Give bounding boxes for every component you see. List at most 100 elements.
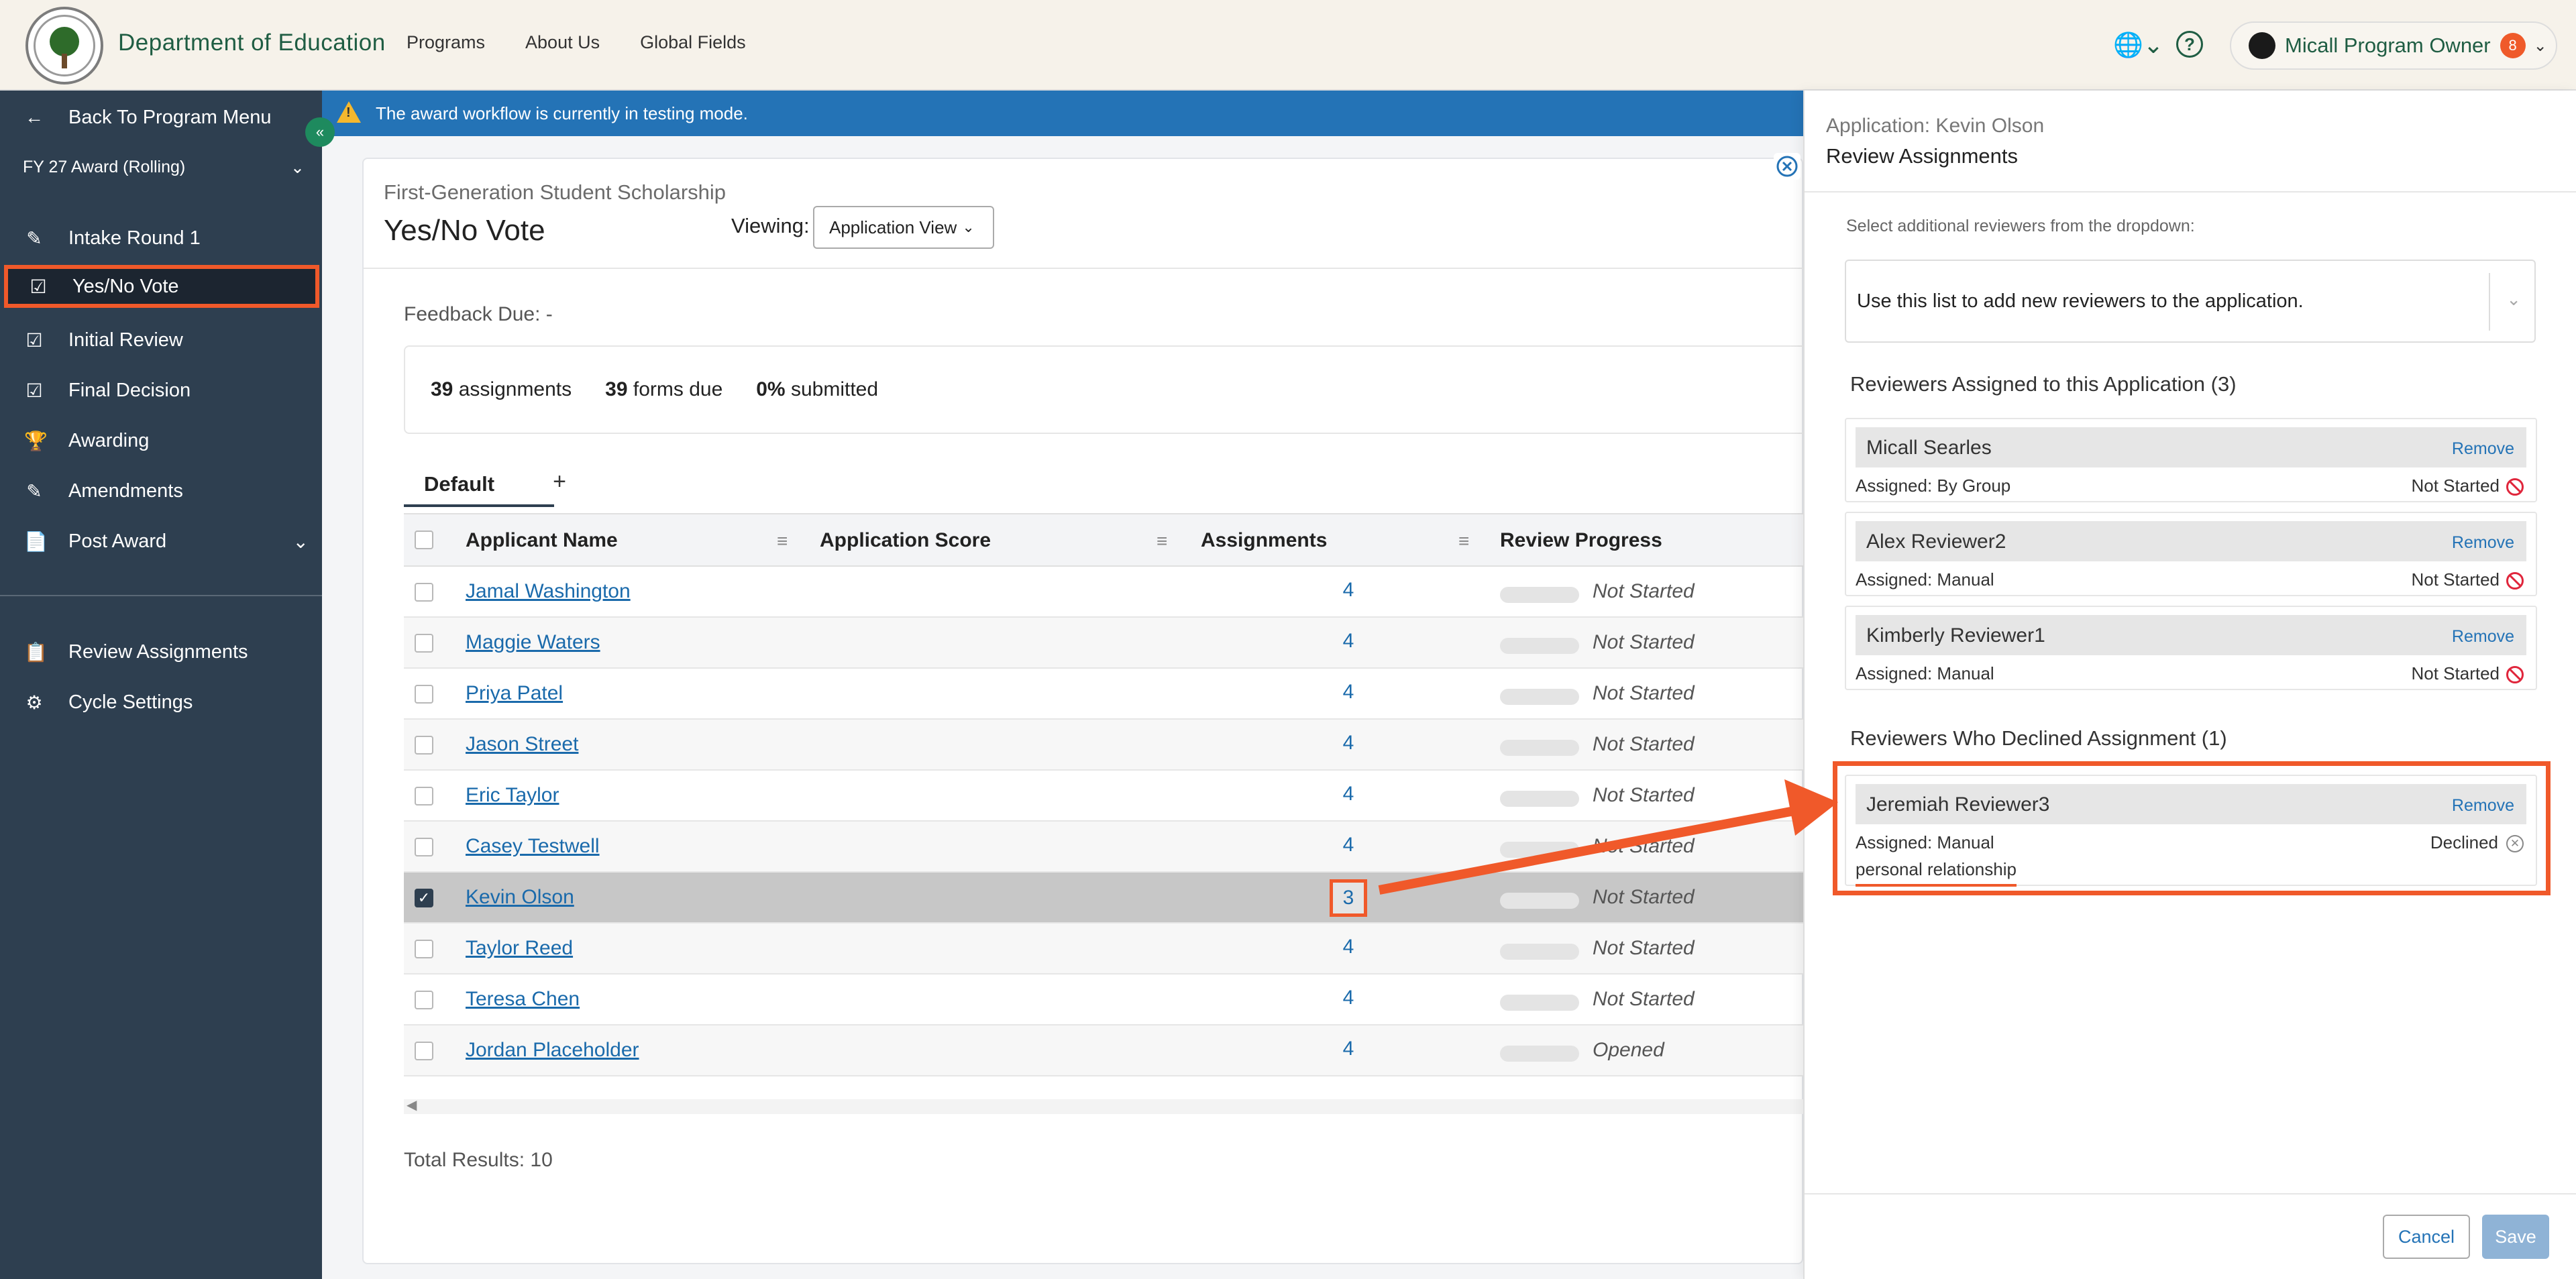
- assignments-count-link[interactable]: 4: [1335, 987, 1362, 1009]
- filter-icon[interactable]: ≡: [1157, 531, 1167, 552]
- select-all-checkbox[interactable]: [415, 531, 433, 549]
- progress-status: Not Started: [1593, 937, 1695, 959]
- nav-programs[interactable]: Programs: [407, 32, 485, 53]
- back-to-program-menu[interactable]: ← Back To Program Menu: [0, 96, 322, 139]
- tab-default[interactable]: Default: [404, 464, 554, 507]
- progress-bar: [1500, 842, 1579, 858]
- applicant-name-link[interactable]: Teresa Chen: [466, 988, 580, 1011]
- remove-reviewer-button[interactable]: Remove: [2452, 533, 2514, 553]
- filter-icon[interactable]: ≡: [777, 531, 788, 552]
- assignments-count-link[interactable]: 4: [1335, 681, 1362, 704]
- row-checkbox[interactable]: [415, 787, 433, 805]
- applicant-name-link[interactable]: Taylor Reed: [466, 937, 573, 960]
- progress-bar: [1500, 791, 1579, 807]
- reviewer-select-hint: Select additional reviewers from the dro…: [1846, 217, 2195, 235]
- applicant-name-link[interactable]: Casey Testwell: [466, 835, 600, 858]
- stat-assignments: 39 assignments: [431, 378, 572, 400]
- row-checkbox[interactable]: [415, 634, 433, 653]
- applicant-name-link[interactable]: Kevin Olson: [466, 886, 574, 909]
- reviewer-name: Micall Searles: [1866, 437, 1992, 459]
- row-checkbox[interactable]: [415, 685, 433, 704]
- view-select[interactable]: Application View ⌄: [813, 206, 994, 249]
- chevron-down-icon: ⌄: [2533, 36, 2547, 55]
- table-row[interactable]: Jamal Washington 4 Not Started: [404, 567, 1806, 618]
- table-row[interactable]: Priya Patel 4 Not Started: [404, 669, 1806, 720]
- assignments-count-link[interactable]: 4: [1335, 834, 1362, 856]
- applicant-name-link[interactable]: Jason Street: [466, 733, 578, 756]
- assignments-count-link[interactable]: 4: [1335, 936, 1362, 958]
- applicant-name-link[interactable]: Eric Taylor: [466, 784, 559, 807]
- progress-bar: [1500, 1046, 1579, 1062]
- sidebar-item-initial-review[interactable]: ☑ Initial Review: [0, 319, 322, 362]
- nav-about-us[interactable]: About Us: [525, 32, 600, 53]
- remove-reviewer-button[interactable]: Remove: [2452, 627, 2514, 647]
- col-applicant-name[interactable]: Applicant Name: [466, 529, 618, 552]
- sidebar-item-amendments[interactable]: ✎ Amendments: [0, 469, 322, 512]
- sidebar-item-awarding[interactable]: 🏆 Awarding: [0, 419, 322, 462]
- assignments-count-link[interactable]: 4: [1335, 579, 1362, 602]
- row-checkbox[interactable]: [415, 736, 433, 755]
- add-tab-button[interactable]: +: [539, 469, 580, 495]
- sidebar-item-review-assignments[interactable]: 📋 Review Assignments: [0, 630, 322, 673]
- applicant-name-link[interactable]: Jamal Washington: [466, 580, 631, 603]
- cycle-select[interactable]: FY 27 Award (Rolling) ⌄: [23, 158, 305, 177]
- sidebar-item-yes-no-vote[interactable]: ☑ Yes/No Vote: [4, 265, 319, 308]
- progress-status: Not Started: [1593, 580, 1695, 602]
- row-checkbox[interactable]: [415, 991, 433, 1009]
- progress-bar: [1500, 740, 1579, 756]
- table-row[interactable]: Teresa Chen 4 Not Started: [404, 975, 1806, 1025]
- row-checkbox[interactable]: [415, 838, 433, 856]
- cancel-button[interactable]: Cancel: [2383, 1215, 2470, 1259]
- table-row[interactable]: ✓ Kevin Olson 3 Not Started: [404, 873, 1806, 924]
- globe-language-icon[interactable]: 🌐⌄: [2113, 31, 2163, 59]
- assignments-count-link[interactable]: 4: [1335, 732, 1362, 755]
- sidebar-item-intake-round-1[interactable]: ✎ Intake Round 1: [0, 217, 322, 260]
- assignments-count-link[interactable]: 4: [1335, 630, 1362, 653]
- save-button[interactable]: Save: [2482, 1215, 2549, 1259]
- col-application-score[interactable]: Application Score: [820, 529, 991, 552]
- department-seal-logo[interactable]: [25, 7, 103, 85]
- table-row[interactable]: Eric Taylor 4 Not Started: [404, 771, 1806, 822]
- row-checkbox[interactable]: ✓: [415, 889, 433, 907]
- chevron-down-icon: ⌄: [962, 219, 975, 235]
- chevron-down-icon[interactable]: ⌄: [293, 531, 309, 553]
- table-row[interactable]: Maggie Waters 4 Not Started: [404, 618, 1806, 669]
- row-checkbox[interactable]: [415, 583, 433, 602]
- applicant-name-link[interactable]: Priya Patel: [466, 682, 563, 705]
- assignment-method: Assigned: Manual: [1856, 569, 1994, 590]
- remove-reviewer-button[interactable]: Remove: [2452, 439, 2514, 459]
- row-checkbox[interactable]: [415, 940, 433, 958]
- applicant-name-link[interactable]: Maggie Waters: [466, 631, 600, 654]
- col-review-progress[interactable]: Review Progress: [1500, 529, 1662, 552]
- banner-text: The award workflow is currently in testi…: [376, 103, 748, 123]
- nav-global-fields[interactable]: Global Fields: [640, 32, 746, 53]
- close-panel-icon[interactable]: [1774, 153, 1801, 180]
- sidebar-item-post-award[interactable]: 📄 Post Award ⌄: [0, 520, 322, 563]
- user-menu-button[interactable]: Micall Program Owner 8 ⌄: [2230, 21, 2557, 70]
- table-row[interactable]: Taylor Reed 4 Not Started: [404, 924, 1806, 975]
- form-check-icon: ☑: [25, 329, 43, 351]
- trophy-icon: 🏆: [24, 430, 48, 451]
- help-icon[interactable]: ?: [2176, 31, 2203, 58]
- chevron-down-icon: ⌄: [290, 158, 305, 177]
- applicant-name-link[interactable]: Jordan Placeholder: [466, 1039, 639, 1062]
- table-row[interactable]: Jordan Placeholder 4 Opened: [404, 1025, 1806, 1076]
- chevron-down-icon: ⌄: [2506, 289, 2521, 309]
- table-row[interactable]: Casey Testwell 4 Not Started: [404, 822, 1806, 873]
- col-assignments[interactable]: Assignments: [1201, 529, 1327, 552]
- filter-icon[interactable]: ≡: [1458, 531, 1469, 552]
- sidebar-item-cycle-settings[interactable]: ⚙ Cycle Settings: [0, 681, 322, 724]
- user-name: Micall Program Owner: [2285, 34, 2491, 57]
- assignments-count-link[interactable]: 4: [1335, 1038, 1362, 1060]
- scroll-left-icon[interactable]: ◀: [407, 1097, 417, 1113]
- add-reviewer-select[interactable]: Use this list to add new reviewers to th…: [1845, 260, 2536, 343]
- collapse-sidebar-button[interactable]: «: [305, 117, 335, 147]
- sidebar-item-final-decision[interactable]: ☑ Final Decision: [0, 369, 322, 412]
- assignments-count-link[interactable]: 3: [1330, 879, 1367, 917]
- gear-icon: ⚙: [25, 691, 43, 713]
- horizontal-scrollbar[interactable]: ◀: [404, 1097, 1806, 1114]
- table-row[interactable]: Jason Street 4 Not Started: [404, 720, 1806, 771]
- assignments-count-link[interactable]: 4: [1335, 783, 1362, 805]
- row-checkbox[interactable]: [415, 1042, 433, 1060]
- org-name[interactable]: Department of Education: [118, 30, 386, 56]
